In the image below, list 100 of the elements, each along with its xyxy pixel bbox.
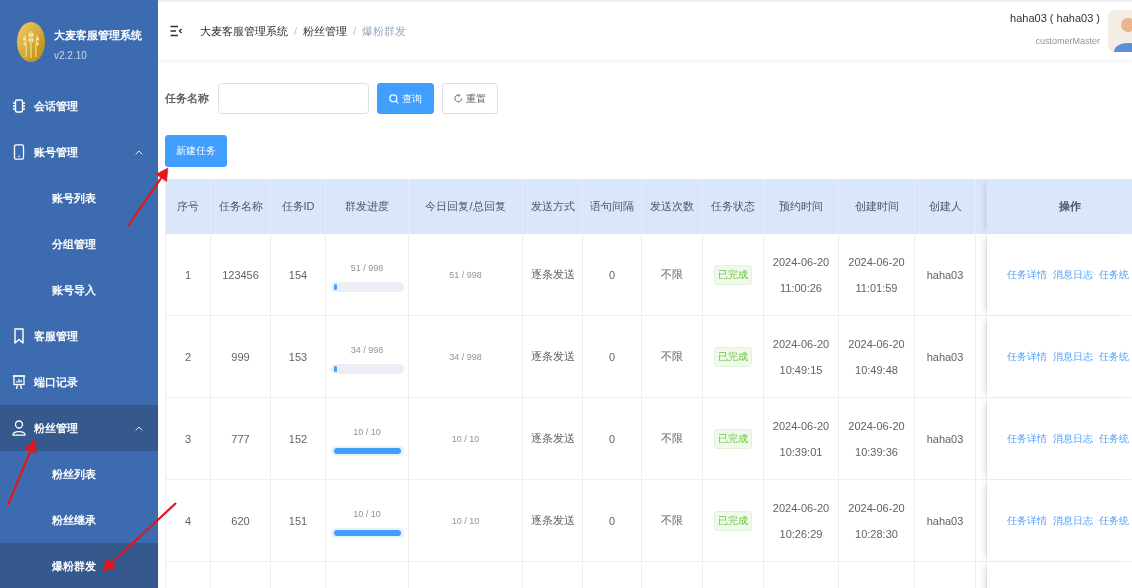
table-cell: 10 / 10 xyxy=(409,398,523,480)
chevron-up-icon xyxy=(135,149,143,155)
action-link[interactable]: 消息日志 xyxy=(1053,432,1093,444)
column-header: 发送方式 xyxy=(523,179,583,234)
table-cell: 0 xyxy=(583,398,642,480)
table-cell: 620 xyxy=(211,480,271,562)
table-cell: 不限 xyxy=(642,398,703,480)
progress-text: 10 / 10 xyxy=(352,426,382,438)
table-cell: 2024-06-20 10:26:29 xyxy=(764,480,839,562)
sidebar-subitem[interactable]: 粉丝列表 xyxy=(0,451,158,497)
column-header: 今日回复/总回复 xyxy=(409,179,523,234)
breadcrumb-item[interactable]: 大麦客服管理系统 xyxy=(200,23,288,39)
table-cell: 2024-06-20 11:00:26 xyxy=(764,234,839,316)
sidebar-item[interactable]: 端口记录 xyxy=(0,359,158,405)
sidebar-subitem[interactable]: 账号导入 xyxy=(0,267,158,313)
action-link[interactable]: 任务详情 xyxy=(1007,268,1047,280)
chip-icon xyxy=(12,98,26,114)
table-cell: 不限 xyxy=(642,480,703,562)
breadcrumb-item[interactable]: 粉丝管理 xyxy=(303,23,348,39)
action-link[interactable]: 任务统 xyxy=(1099,268,1129,280)
table-cell: 777 xyxy=(211,398,271,480)
user-icon xyxy=(12,420,26,436)
table-cell: 999 xyxy=(211,316,271,398)
table-cell: 2024-06-20 10:49:15 xyxy=(764,316,839,398)
status-tag: 已完成 xyxy=(714,264,752,285)
column-header: 语句间隔 xyxy=(583,179,642,234)
table-cell: 151 xyxy=(271,480,326,562)
sidebar-subitem[interactable]: 爆粉群发 xyxy=(0,543,158,588)
action-link[interactable]: 任务详情 xyxy=(1007,350,1047,362)
table-cell: haha03 xyxy=(915,398,976,480)
refresh-icon xyxy=(454,94,463,103)
table-cell: 不限 xyxy=(642,234,703,316)
table-cell: 不限 xyxy=(642,316,703,398)
new-task-button[interactable]: 新建任务 xyxy=(165,135,227,167)
status-tag: 已完成 xyxy=(714,346,752,367)
search-icon xyxy=(389,93,399,104)
table-cell: 0 xyxy=(583,234,642,316)
column-header: 发送次数 xyxy=(642,179,703,234)
app-version: v2.2.10 xyxy=(54,48,88,63)
column-header: 序号 xyxy=(166,179,211,234)
app-title: 大麦客服管理系统 xyxy=(54,27,142,43)
column-header: 创建人 xyxy=(915,179,976,234)
annotation-arrow xyxy=(127,167,169,227)
table-cell: 34 / 998 xyxy=(409,316,523,398)
sidebar-item[interactable]: 粉丝管理 xyxy=(0,405,158,451)
sidebar-subitem[interactable]: 粉丝继承 xyxy=(0,497,158,543)
column-header: 操作 xyxy=(987,179,1132,234)
progress-text: 10 / 10 xyxy=(352,508,382,520)
action-link[interactable]: 任务详情 xyxy=(1007,514,1047,526)
action-link[interactable]: 消息日志 xyxy=(1053,268,1093,280)
chevron-up-icon xyxy=(135,425,143,431)
user-role: customerMaster xyxy=(1034,35,1100,47)
table-cell: 153 xyxy=(271,316,326,398)
table-cell: haha03 xyxy=(915,234,976,316)
table-cell: 1 xyxy=(166,234,211,316)
search-button[interactable]: 查询 xyxy=(377,83,434,114)
user-avatar[interactable] xyxy=(1108,10,1132,52)
table-cell: 逐条发送 xyxy=(523,316,583,398)
sidebar-item[interactable]: 账号管理 xyxy=(0,129,158,175)
table-cell: 逐条发送 xyxy=(523,234,583,316)
table-cell: 逐条发送 xyxy=(523,398,583,480)
action-link[interactable]: 任务详情 xyxy=(1007,432,1047,444)
table-cell: 2024-06-20 10:39:01 xyxy=(764,398,839,480)
status-tag: 已完成 xyxy=(714,428,752,449)
table-cell: 0 xyxy=(583,316,642,398)
sidebar-subitem[interactable]: 分组管理 xyxy=(0,221,158,267)
action-link[interactable]: 任务统 xyxy=(1099,350,1129,362)
table-cell: 10 / 10 xyxy=(409,480,523,562)
table-cell: 2024-06-20 10:49:48 xyxy=(839,316,915,398)
table-cell: 123456 xyxy=(211,234,271,316)
menu-icon[interactable] xyxy=(170,25,182,37)
action-link[interactable]: 任务统 xyxy=(1099,514,1129,526)
table-cell: 154 xyxy=(271,234,326,316)
task-name-input[interactable] xyxy=(218,83,369,114)
table-cell: 逐条发送 xyxy=(523,480,583,562)
column-header: 预约时间 xyxy=(764,179,839,234)
action-link[interactable]: 任务统 xyxy=(1099,432,1129,444)
action-link[interactable]: 消息日志 xyxy=(1053,514,1093,526)
column-header: 任务状态 xyxy=(703,179,764,234)
table-cell: 152 xyxy=(271,398,326,480)
status-tag: 已完成 xyxy=(714,510,752,531)
sidebar-subitem[interactable]: 账号列表 xyxy=(0,175,158,221)
sidebar-item[interactable]: 会话管理 xyxy=(0,83,158,129)
table-cell: 3 xyxy=(166,398,211,480)
table-cell: haha03 xyxy=(915,316,976,398)
progress-text: 51 / 998 xyxy=(349,262,385,274)
column-header: 群发进度 xyxy=(326,179,409,234)
sidebar-item[interactable]: 客服管理 xyxy=(0,313,158,359)
column-header: 任务ID xyxy=(271,179,326,234)
progress-text: 34 / 998 xyxy=(349,344,385,356)
breadcrumb-separator: / xyxy=(294,25,298,37)
breadcrumb-separator: / xyxy=(353,25,357,37)
presentation-board-icon xyxy=(12,374,26,390)
action-link[interactable]: 消息日志 xyxy=(1053,350,1093,362)
bookmark-icon xyxy=(12,328,26,344)
table-cell: haha03 xyxy=(915,480,976,562)
table-cell: 0 xyxy=(583,480,642,562)
search-button[interactable]: 重置 xyxy=(442,83,498,114)
table-cell: 2024-06-20 10:39:36 xyxy=(839,398,915,480)
table-cell: 51 / 998 xyxy=(409,234,523,316)
